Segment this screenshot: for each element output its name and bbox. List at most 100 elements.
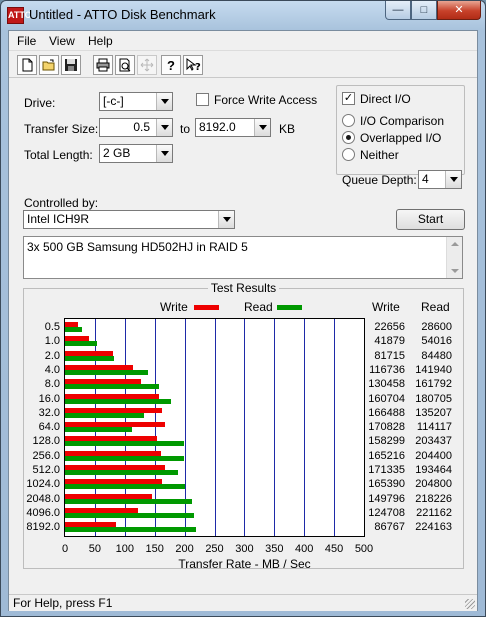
open-folder-icon[interactable]	[39, 55, 59, 75]
write-value: 86767	[374, 521, 405, 534]
read-bar	[65, 470, 178, 475]
legend-read-swatch	[277, 305, 302, 310]
queue-depth-select[interactable]: 4	[418, 170, 462, 189]
chevron-down-icon[interactable]	[156, 145, 172, 162]
resize-grip-icon[interactable]	[465, 599, 475, 609]
read-bar	[65, 412, 144, 418]
x-tick-label: 400	[295, 543, 314, 555]
read-bar	[65, 512, 195, 518]
read-bar	[65, 341, 97, 347]
chart-plot-area	[64, 318, 365, 537]
controlled-by-label: Controlled by:	[24, 196, 99, 210]
category-label: 2048.0	[26, 492, 60, 505]
menu-bar: File View Help	[9, 31, 477, 51]
write-value: 22656	[374, 321, 405, 333]
save-icon[interactable]	[61, 55, 81, 75]
drive-select[interactable]: [-c-]	[99, 92, 173, 111]
read-value: 204800	[415, 478, 452, 491]
category-label: 8192.0	[26, 521, 60, 534]
read-bar	[65, 369, 148, 375]
x-tick-label: 200	[175, 543, 194, 555]
write-value: 165390	[368, 478, 405, 491]
direct-io-checkbox[interactable]: ✓	[342, 92, 355, 105]
category-label: 2.0	[44, 349, 60, 362]
chevron-down-icon[interactable]	[218, 211, 234, 228]
direct-io-label: Direct I/O	[360, 92, 411, 106]
io-comparison-radio[interactable]	[342, 114, 355, 127]
toolbar: ? ?	[9, 52, 477, 78]
x-tick-label: 250	[205, 543, 224, 555]
total-length-label: Total Length:	[24, 148, 93, 162]
read-bar	[65, 327, 82, 332]
unit-label: KB	[279, 122, 296, 136]
read-bar	[65, 427, 132, 433]
menu-help[interactable]: Help	[88, 34, 113, 48]
queue-depth-label: Queue Depth:	[342, 173, 417, 187]
read-bar	[65, 527, 196, 533]
transfer-size-from-select[interactable]: 0.5	[99, 118, 173, 137]
scroll-up-icon[interactable]	[451, 242, 459, 246]
read-value: 161792	[415, 378, 452, 391]
start-button[interactable]: Start	[396, 209, 465, 230]
neither-radio[interactable]	[342, 148, 355, 161]
legend-write-label: Write	[160, 300, 188, 314]
read-value: 54016	[421, 335, 452, 348]
category-label: 4096.0	[26, 506, 60, 519]
x-tick-label: 50	[88, 543, 102, 555]
minimize-button[interactable]: —	[385, 1, 411, 20]
io-comparison-label: I/O Comparison	[360, 114, 445, 128]
help-icon[interactable]: ?	[161, 55, 181, 75]
read-bar	[65, 484, 185, 490]
total-length-select[interactable]: 2 GB	[99, 144, 173, 163]
to-label: to	[180, 122, 191, 136]
gridline	[214, 319, 216, 536]
controller-select[interactable]: Intel ICH9R	[23, 210, 235, 229]
description-textarea[interactable]: 3x 500 GB Samsung HD502HJ in RAID 5	[23, 236, 463, 279]
close-button[interactable]: ✕	[437, 1, 481, 20]
context-help-icon[interactable]: ?	[183, 55, 203, 75]
force-write-checkbox[interactable]	[196, 93, 209, 106]
write-value: 158299	[368, 435, 405, 448]
x-tick-label: 0	[61, 543, 69, 555]
read-value: 224163	[415, 521, 452, 534]
read-value: 84480	[421, 349, 452, 362]
overlapped-io-label: Overlapped I/O	[360, 131, 442, 145]
read-value: 28600	[421, 321, 452, 333]
read-value: 114117	[416, 421, 452, 434]
scroll-down-icon[interactable]	[451, 269, 459, 273]
menu-file[interactable]: File	[17, 34, 36, 48]
description-scrollbar[interactable]	[446, 237, 462, 278]
client-area: File View Help ? ? Drive: [-c-] Force Wr…	[8, 30, 478, 611]
window-title: Untitled - ATTO Disk Benchmark	[29, 7, 216, 22]
chevron-down-icon[interactable]	[156, 119, 172, 136]
transfer-size-to-select[interactable]: 8192.0	[195, 118, 271, 137]
x-tick-label: 350	[265, 543, 284, 555]
read-bar	[65, 441, 184, 447]
x-tick-label: 450	[324, 543, 344, 555]
read-value: 218226	[415, 492, 452, 505]
read-value: 141940	[415, 363, 452, 376]
gridline	[334, 319, 336, 536]
read-value: 135207	[415, 406, 452, 419]
chevron-down-icon[interactable]	[254, 119, 270, 136]
menu-view[interactable]: View	[49, 34, 75, 48]
move-icon[interactable]	[137, 55, 157, 75]
chevron-down-icon[interactable]	[156, 93, 172, 110]
overlapped-io-radio[interactable]	[342, 131, 355, 144]
x-tick-label: 150	[145, 543, 164, 555]
write-value: 171335	[368, 464, 405, 476]
chevron-down-icon[interactable]	[445, 171, 461, 188]
new-file-icon[interactable]	[17, 55, 37, 75]
force-write-label: Force Write Access	[214, 93, 318, 107]
maximize-button[interactable]: □	[411, 1, 437, 20]
neither-label: Neither	[360, 148, 399, 162]
write-value: 170828	[368, 421, 405, 434]
drive-label: Drive:	[24, 96, 56, 110]
title-bar[interactable]: ATTO Untitled - ATTO Disk Benchmark — □ …	[1, 1, 485, 30]
print-preview-icon[interactable]	[115, 55, 135, 75]
category-label: 1024.0	[26, 478, 60, 491]
legend-read-label: Read	[244, 300, 273, 314]
x-tick-label: 500	[354, 543, 374, 555]
print-icon[interactable]	[93, 55, 113, 75]
chart-title: Test Results	[207, 281, 280, 295]
